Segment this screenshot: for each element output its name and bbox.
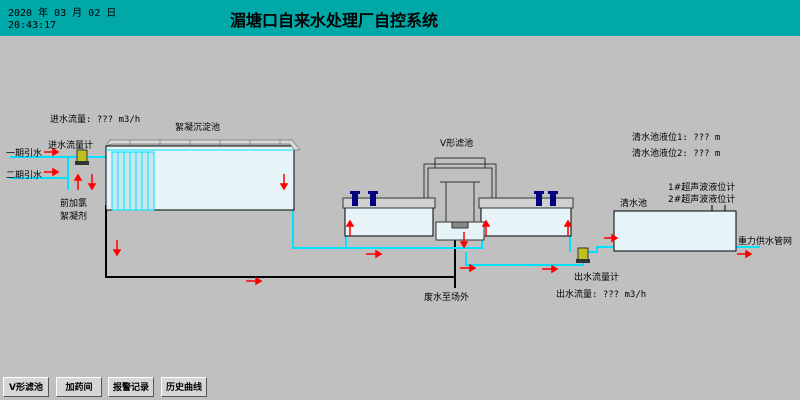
waste-water-label: 废水至场外: [424, 293, 470, 303]
valve-icon: [550, 192, 556, 206]
clear-level-2-readout: 清水池液位2: ??? m: [632, 149, 721, 159]
v-filter-label: V形滤池: [440, 139, 474, 149]
coagulant-label: 絮凝剂: [60, 212, 88, 222]
phase1-intake-label: 一期引水: [6, 149, 43, 159]
clear-well-label: 清水池: [620, 199, 648, 209]
ultrasonic-2-label: 2#超声波液位计: [668, 195, 736, 205]
alarm-log-button[interactable]: 报警记录: [108, 377, 154, 397]
outflow-meter-icon: [576, 247, 590, 263]
valve-icon: [534, 191, 544, 194]
valve-icon: [350, 191, 360, 194]
valve-icon: [370, 192, 376, 206]
history-trend-button[interactable]: 历史曲线: [161, 377, 207, 397]
dosing-room-button[interactable]: 加药间: [56, 377, 102, 397]
valve-icon: [352, 192, 358, 206]
outflow-rate-readout: 出水流量: ??? m3/h: [556, 290, 647, 300]
outflow-meter-label: 出水流量计: [574, 273, 620, 283]
inflow-rate-readout: 进水流量: ??? m3/h: [50, 115, 141, 125]
gravity-main-label: 重力供水管网: [738, 237, 793, 247]
pre-chlorination-label: 前加氯: [60, 199, 88, 209]
inflow-meter-icon: [75, 149, 89, 165]
valve-icon: [368, 191, 378, 194]
v-filter-button[interactable]: V形滤池: [3, 377, 49, 397]
valve-icon: [548, 191, 558, 194]
floc-tank-label: 絮凝沉淀池: [175, 123, 221, 133]
clear-level-1-readout: 清水池液位1: ??? m: [632, 133, 721, 143]
inflow-meter-label: 进水流量计: [48, 141, 94, 151]
valve-icon: [536, 192, 542, 206]
floc-tank: [105, 139, 301, 211]
clear-well-tank: [613, 210, 737, 252]
phase2-intake-label: 二期引水: [6, 171, 43, 181]
